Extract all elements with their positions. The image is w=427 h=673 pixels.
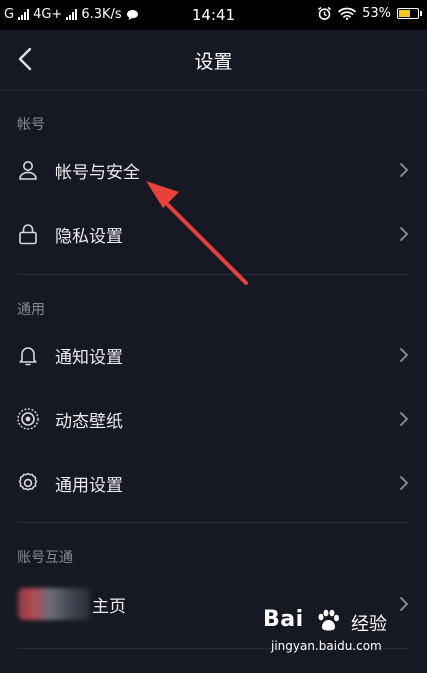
status-bar: G 4G+ 6.3K/s 14:41 53% — [0, 0, 427, 30]
chevron-right-icon — [400, 476, 409, 490]
row-label: 动态壁纸 — [55, 412, 123, 432]
wifi-icon — [338, 7, 356, 20]
section-title-general: 通用 — [17, 302, 45, 318]
gear-icon — [18, 472, 38, 491]
section-title-account: 帐号 — [17, 117, 45, 133]
baidu-paw-icon — [318, 609, 339, 631]
battery-fill — [399, 10, 410, 17]
watermark-jingyan: 经验 — [351, 614, 387, 635]
section-divider — [17, 274, 410, 275]
battery-icon — [397, 8, 422, 19]
row-label: 隐私设置 — [55, 227, 123, 247]
row-notification-settings[interactable]: 通知设置 — [0, 327, 427, 383]
status-right: 53% — [317, 6, 422, 21]
section-title-account-linking: 账号互通 — [17, 550, 73, 566]
row-general-settings[interactable]: 通用设置 — [0, 455, 427, 511]
page-title: 设置 — [194, 51, 233, 73]
row-label: 主页 — [92, 597, 126, 617]
watermark-url: jingyan.baidu.com — [271, 639, 382, 653]
row-label: 通用设置 — [55, 476, 123, 496]
chevron-right-icon — [400, 163, 409, 177]
battery-percent: 53% — [362, 6, 391, 21]
nav-bar: 设置 — [0, 30, 427, 91]
baidu-jingyan-watermark: Bai 经验 jingyan.baidu.com — [263, 607, 413, 667]
chevron-right-icon — [400, 227, 409, 241]
person-icon — [19, 161, 37, 180]
row-live-wallpaper[interactable]: 动态壁纸 — [0, 391, 427, 447]
row-privacy-settings[interactable]: 隐私设置 — [0, 206, 427, 262]
section-divider — [17, 522, 410, 523]
row-label: 通知设置 — [55, 348, 123, 368]
blurred-avatar — [18, 588, 90, 620]
row-label: 帐号与安全 — [55, 163, 140, 183]
watermark-brand: Bai — [263, 607, 304, 632]
alarm-icon — [318, 6, 332, 20]
target-icon — [17, 408, 39, 430]
chevron-right-icon — [400, 412, 409, 426]
row-account-security[interactable]: 帐号与安全 — [0, 142, 427, 198]
bell-icon — [19, 347, 37, 366]
lock-icon — [19, 224, 37, 245]
chevron-right-icon — [400, 348, 409, 362]
